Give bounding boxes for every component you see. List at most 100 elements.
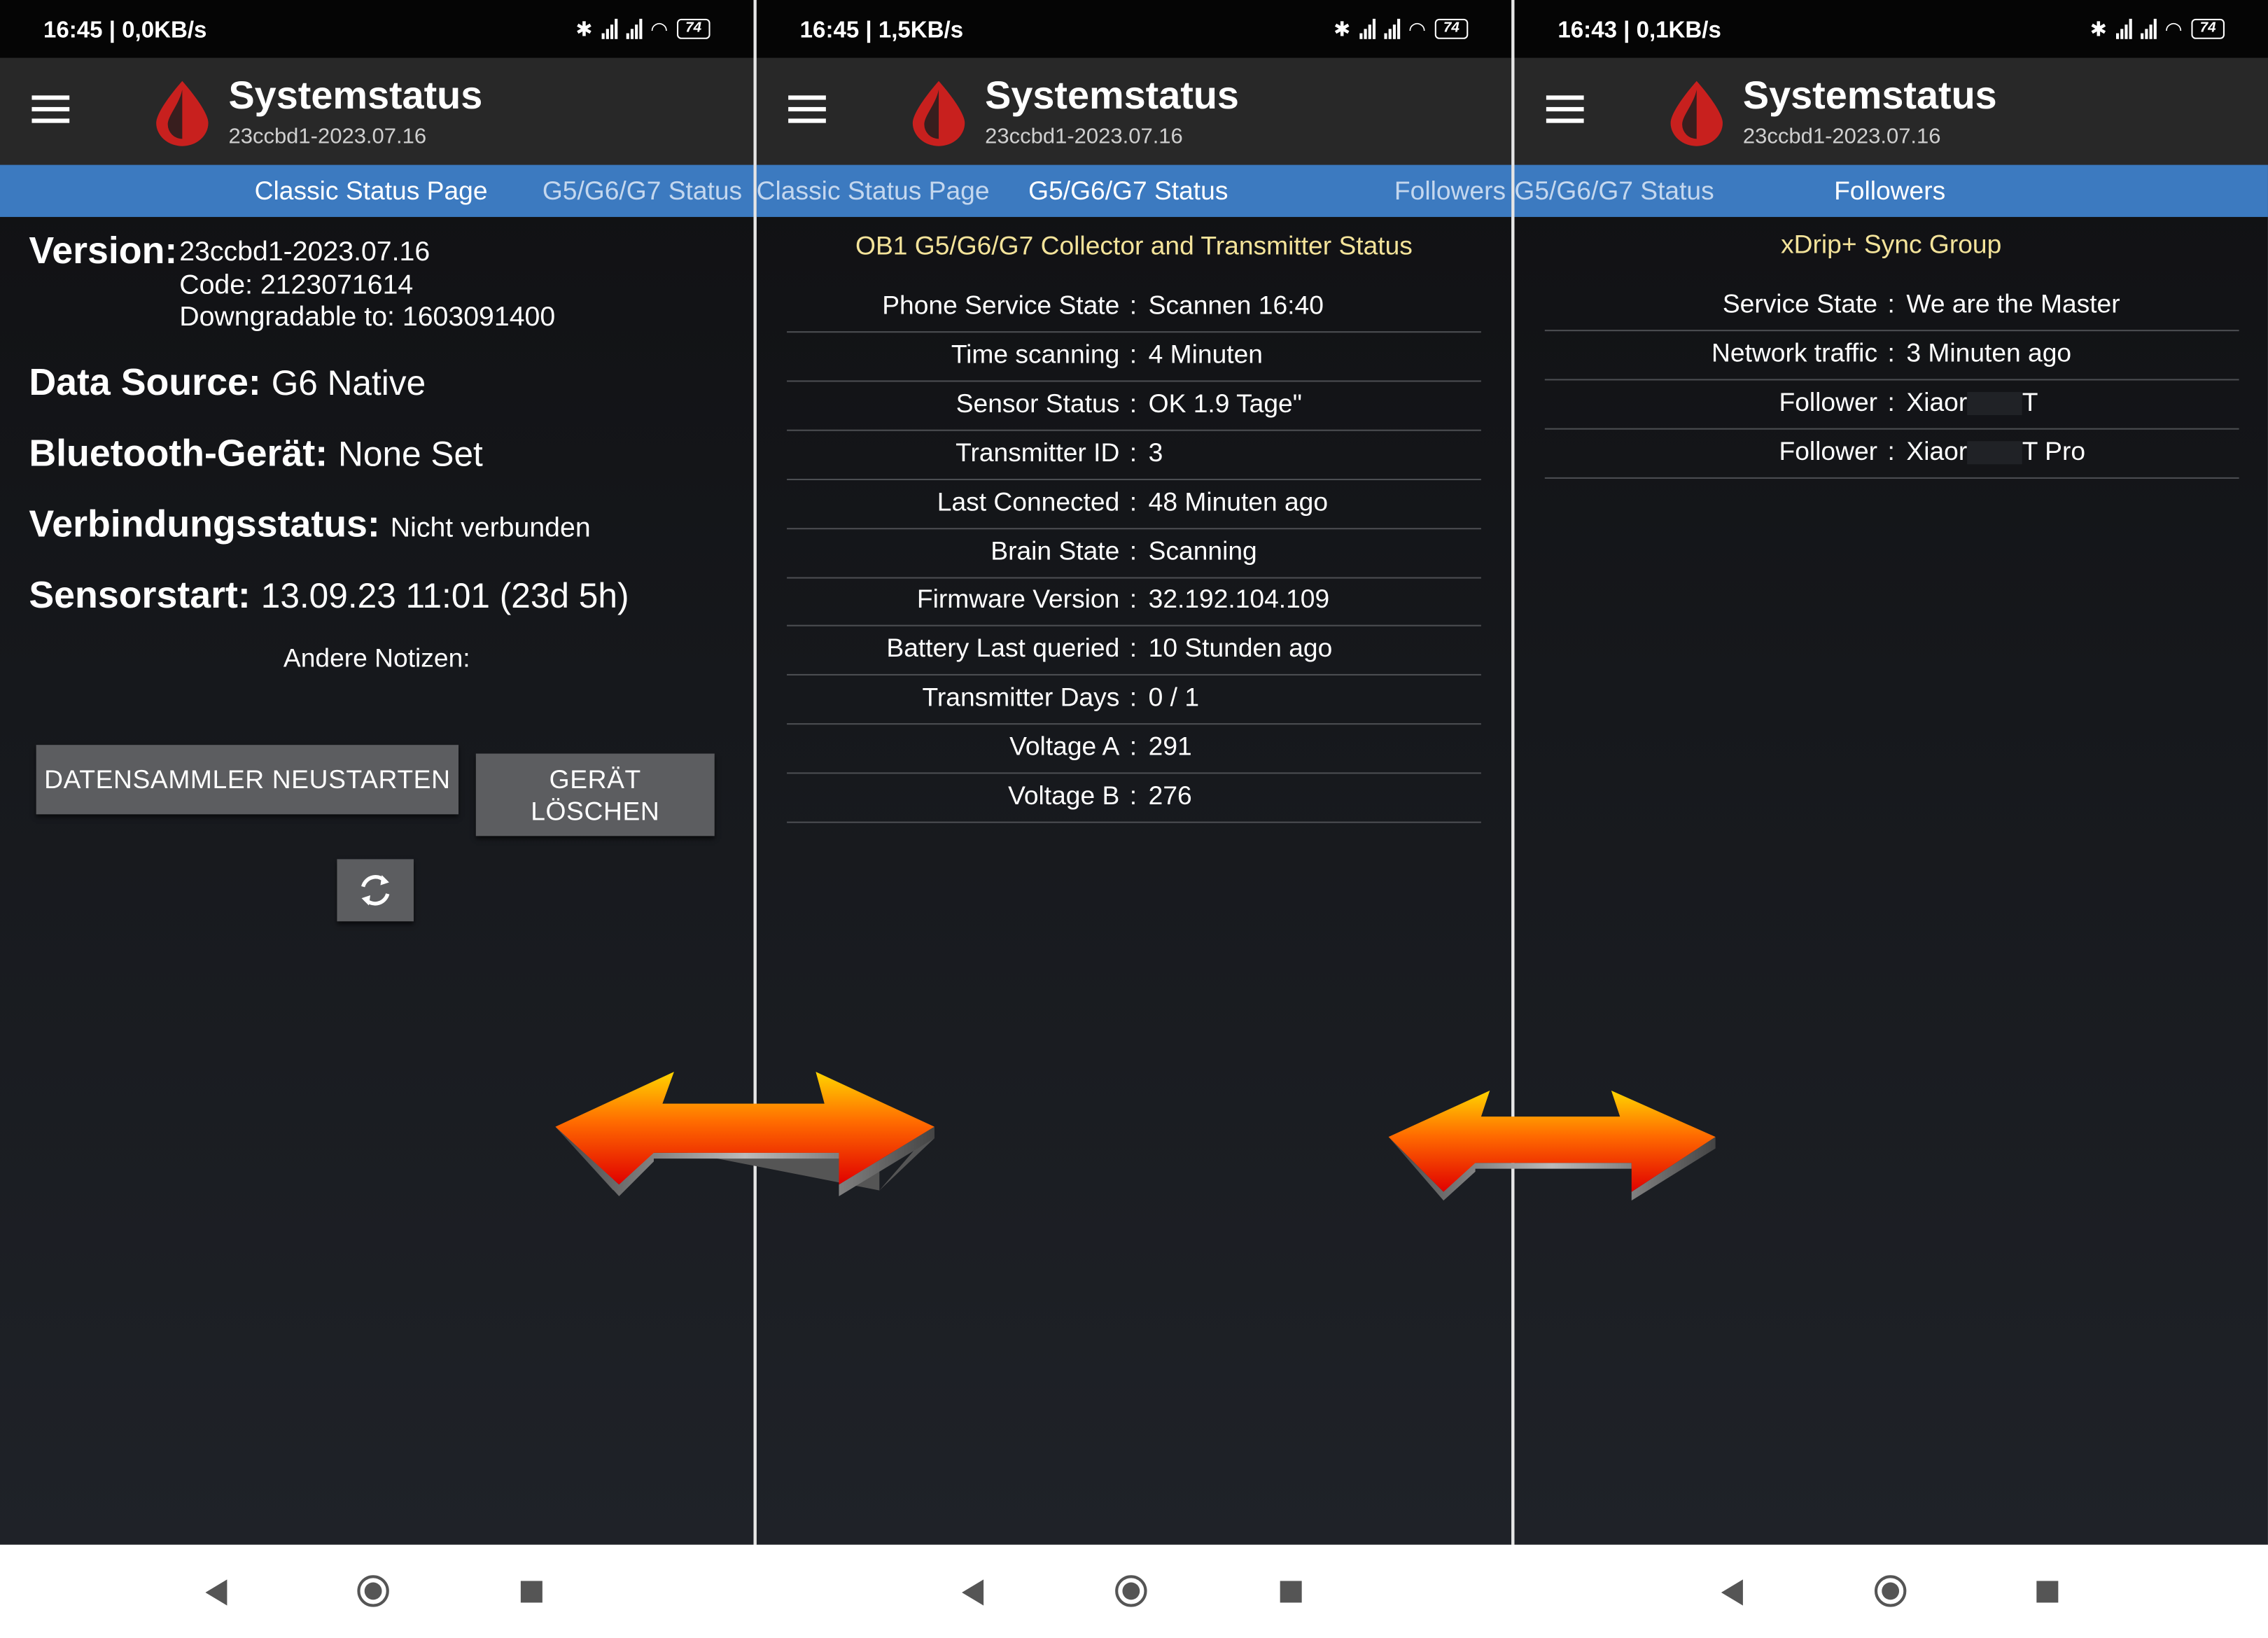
status-row-value: 4 Minuten bbox=[1149, 340, 1263, 370]
status-row: Phone Service State: Scannen 16:40 bbox=[787, 282, 1481, 333]
recents-icon[interactable] bbox=[520, 1581, 542, 1603]
status-row-value-text: Xiaor bbox=[1906, 437, 1968, 466]
sensorstart-label: Sensorstart: bbox=[29, 573, 251, 617]
status-row-value-text: 48 Minuten ago bbox=[1148, 486, 1329, 516]
app-bar: Systemstatus 23ccbd1-2023.07.16 bbox=[1514, 57, 2268, 165]
xdrip-drop-logo bbox=[156, 80, 209, 146]
recents-icon[interactable] bbox=[1280, 1581, 1302, 1603]
status-row: Last Connected:48 Minuten ago bbox=[787, 478, 1481, 529]
xdrip-drop-logo bbox=[912, 80, 965, 146]
bluetooth-value: None Set bbox=[338, 435, 483, 475]
status-row-separator: : bbox=[1887, 338, 1895, 368]
status-row-value: We are the Master bbox=[1906, 289, 2120, 319]
wifi-icon: ◠ bbox=[650, 17, 668, 41]
bluetooth-icon: ✱ bbox=[575, 17, 593, 41]
sensorstart-row: Sensorstart: 13.09.23 11:01 (23d 5h) bbox=[29, 573, 629, 617]
delete-device-button[interactable]: GERÄT LÖSCHEN bbox=[475, 753, 715, 836]
app-title: Systemstatus bbox=[1742, 74, 1997, 118]
panel-classic-status: 16:45 | 0,0KB/s ✱ ◠ 74 Systemstatus 23cc… bbox=[0, 0, 754, 1638]
status-row-value-text: 276 bbox=[1148, 780, 1192, 811]
status-row-value: Xiaor T bbox=[1906, 388, 2038, 418]
battery-icon: 74 bbox=[676, 18, 710, 39]
status-row: Service State: We are the Master bbox=[1544, 281, 2239, 332]
redacted-block bbox=[1967, 441, 2022, 465]
tab-g5-g6-g7-status[interactable]: G5/G6/G7 Status bbox=[542, 176, 742, 206]
status-row-value-text: OK 1.9 Tage" bbox=[1148, 388, 1302, 418]
bluetooth-label: Bluetooth-Gerät: bbox=[29, 430, 328, 475]
status-row-value-text: 3 bbox=[1148, 438, 1163, 467]
tab-classic-status[interactable]: Classic Status Page bbox=[255, 176, 488, 206]
tab-followers[interactable]: Followers bbox=[1394, 176, 1506, 206]
status-row-value-text: 3 Minuten ago bbox=[1906, 338, 2072, 368]
battery-icon: 74 bbox=[1434, 18, 1469, 39]
status-bar: 16:45 | 1,5KB/s ✱ ◠ 74 bbox=[756, 0, 1512, 58]
menu-icon[interactable] bbox=[31, 95, 70, 124]
status-row-key: Follower bbox=[1779, 437, 1878, 466]
status-row-separator: : bbox=[1129, 584, 1138, 614]
tab-classic-status[interactable]: Classic Status Page bbox=[757, 176, 990, 206]
status-row-separator: : bbox=[1129, 536, 1138, 565]
tab-followers[interactable]: Followers bbox=[1834, 176, 1945, 206]
status-row-separator: : bbox=[1129, 486, 1138, 516]
app-title: Systemstatus bbox=[985, 74, 1239, 118]
refresh-button[interactable] bbox=[337, 859, 414, 922]
signal-icon bbox=[1359, 18, 1376, 39]
status-row-key: Time scanning bbox=[951, 340, 1120, 369]
status-row-key: Voltage A bbox=[1009, 732, 1120, 762]
status-row-separator: : bbox=[1887, 289, 1895, 318]
screenshot-composite: 16:45 | 0,0KB/s ✱ ◠ 74 Systemstatus 23cc… bbox=[0, 0, 2268, 1638]
home-icon[interactable] bbox=[1115, 1575, 1147, 1607]
status-row: Time scanning:4 Minuten bbox=[787, 331, 1481, 382]
status-row-value: OK 1.9 Tage" bbox=[1149, 388, 1302, 419]
notes-label: Andere Notizen: bbox=[283, 643, 470, 673]
status-row-key: Battery Last queried bbox=[886, 634, 1120, 663]
status-row-value: 276 bbox=[1149, 781, 1192, 811]
tab-g5-g6-g7-status[interactable]: G5/G6/G7 Status bbox=[1514, 176, 1714, 206]
data-source-row: Data Source: G6 Native bbox=[29, 360, 426, 405]
status-row: Brain State: Scanning bbox=[787, 527, 1481, 578]
menu-icon[interactable] bbox=[1546, 95, 1584, 124]
status-row-separator: : bbox=[1129, 438, 1138, 467]
back-icon[interactable] bbox=[1721, 1579, 1743, 1606]
status-row: Follower: Xiaor T bbox=[1544, 379, 2239, 430]
status-row-value-text: Scanning bbox=[1148, 536, 1257, 565]
status-row-value-suffix: T Pro bbox=[2022, 437, 2086, 466]
back-icon[interactable] bbox=[962, 1579, 984, 1606]
connection-label: Verbindungsstatus: bbox=[29, 502, 380, 545]
status-row-separator: : bbox=[1129, 732, 1138, 762]
home-icon[interactable] bbox=[357, 1575, 389, 1607]
restart-collector-button[interactable]: DATENSAMMLER NEUSTARTEN bbox=[36, 745, 459, 815]
app-bar: Systemstatus 23ccbd1-2023.07.16 bbox=[756, 57, 1512, 165]
data-source-label: Data Source: bbox=[29, 360, 261, 404]
home-icon[interactable] bbox=[1874, 1575, 1907, 1607]
status-row-key: Phone Service State bbox=[882, 290, 1120, 320]
status-row-separator: : bbox=[1129, 340, 1138, 369]
nav-bar bbox=[1514, 1544, 2268, 1638]
version-row: Version: bbox=[29, 228, 177, 273]
status-row-separator: : bbox=[1887, 387, 1895, 417]
panel-divider bbox=[753, 0, 757, 1545]
status-row-value: 3 Minuten ago bbox=[1906, 339, 2071, 369]
tab-bar: G5/G6/G7 Status Followers bbox=[1514, 164, 2268, 217]
recents-icon[interactable] bbox=[2036, 1581, 2059, 1603]
connection-row: Verbindungsstatus: Nicht verbunden bbox=[29, 502, 590, 547]
back-icon[interactable] bbox=[205, 1579, 227, 1606]
tab-bar: Classic Status Page G5/G6/G7 Status bbox=[0, 164, 754, 217]
status-time: 16:43 | 0,1KB/s bbox=[1558, 18, 1721, 43]
bluetooth-icon: ✱ bbox=[2090, 17, 2107, 41]
wifi-icon: ◠ bbox=[2164, 17, 2183, 41]
menu-icon[interactable] bbox=[788, 95, 826, 124]
status-row-value-text: 4 Minuten bbox=[1148, 340, 1264, 369]
status-row: Sensor Status: OK 1.9 Tage" bbox=[787, 380, 1481, 431]
tab-g5-g6-g7-status[interactable]: G5/G6/G7 Status bbox=[1028, 176, 1228, 206]
signal-icon bbox=[1383, 18, 1400, 39]
redacted-block bbox=[1967, 392, 2022, 416]
status-row-key: Last Connected bbox=[937, 486, 1120, 516]
status-row-key: Service State bbox=[1722, 289, 1878, 318]
status-row-value: Xiaor T Pro bbox=[1906, 437, 2085, 467]
status-row-separator: : bbox=[1887, 437, 1895, 466]
app-subtitle: 23ccbd1-2023.07.16 bbox=[985, 124, 1183, 149]
status-row: Transmitter Days:0 / 1 bbox=[787, 674, 1481, 725]
status-row-key: Voltage B bbox=[1008, 780, 1120, 811]
panel-g5-g6-g7-status: 16:45 | 1,5KB/s ✱ ◠ 74 Systemstatus 23cc… bbox=[756, 0, 1512, 1638]
